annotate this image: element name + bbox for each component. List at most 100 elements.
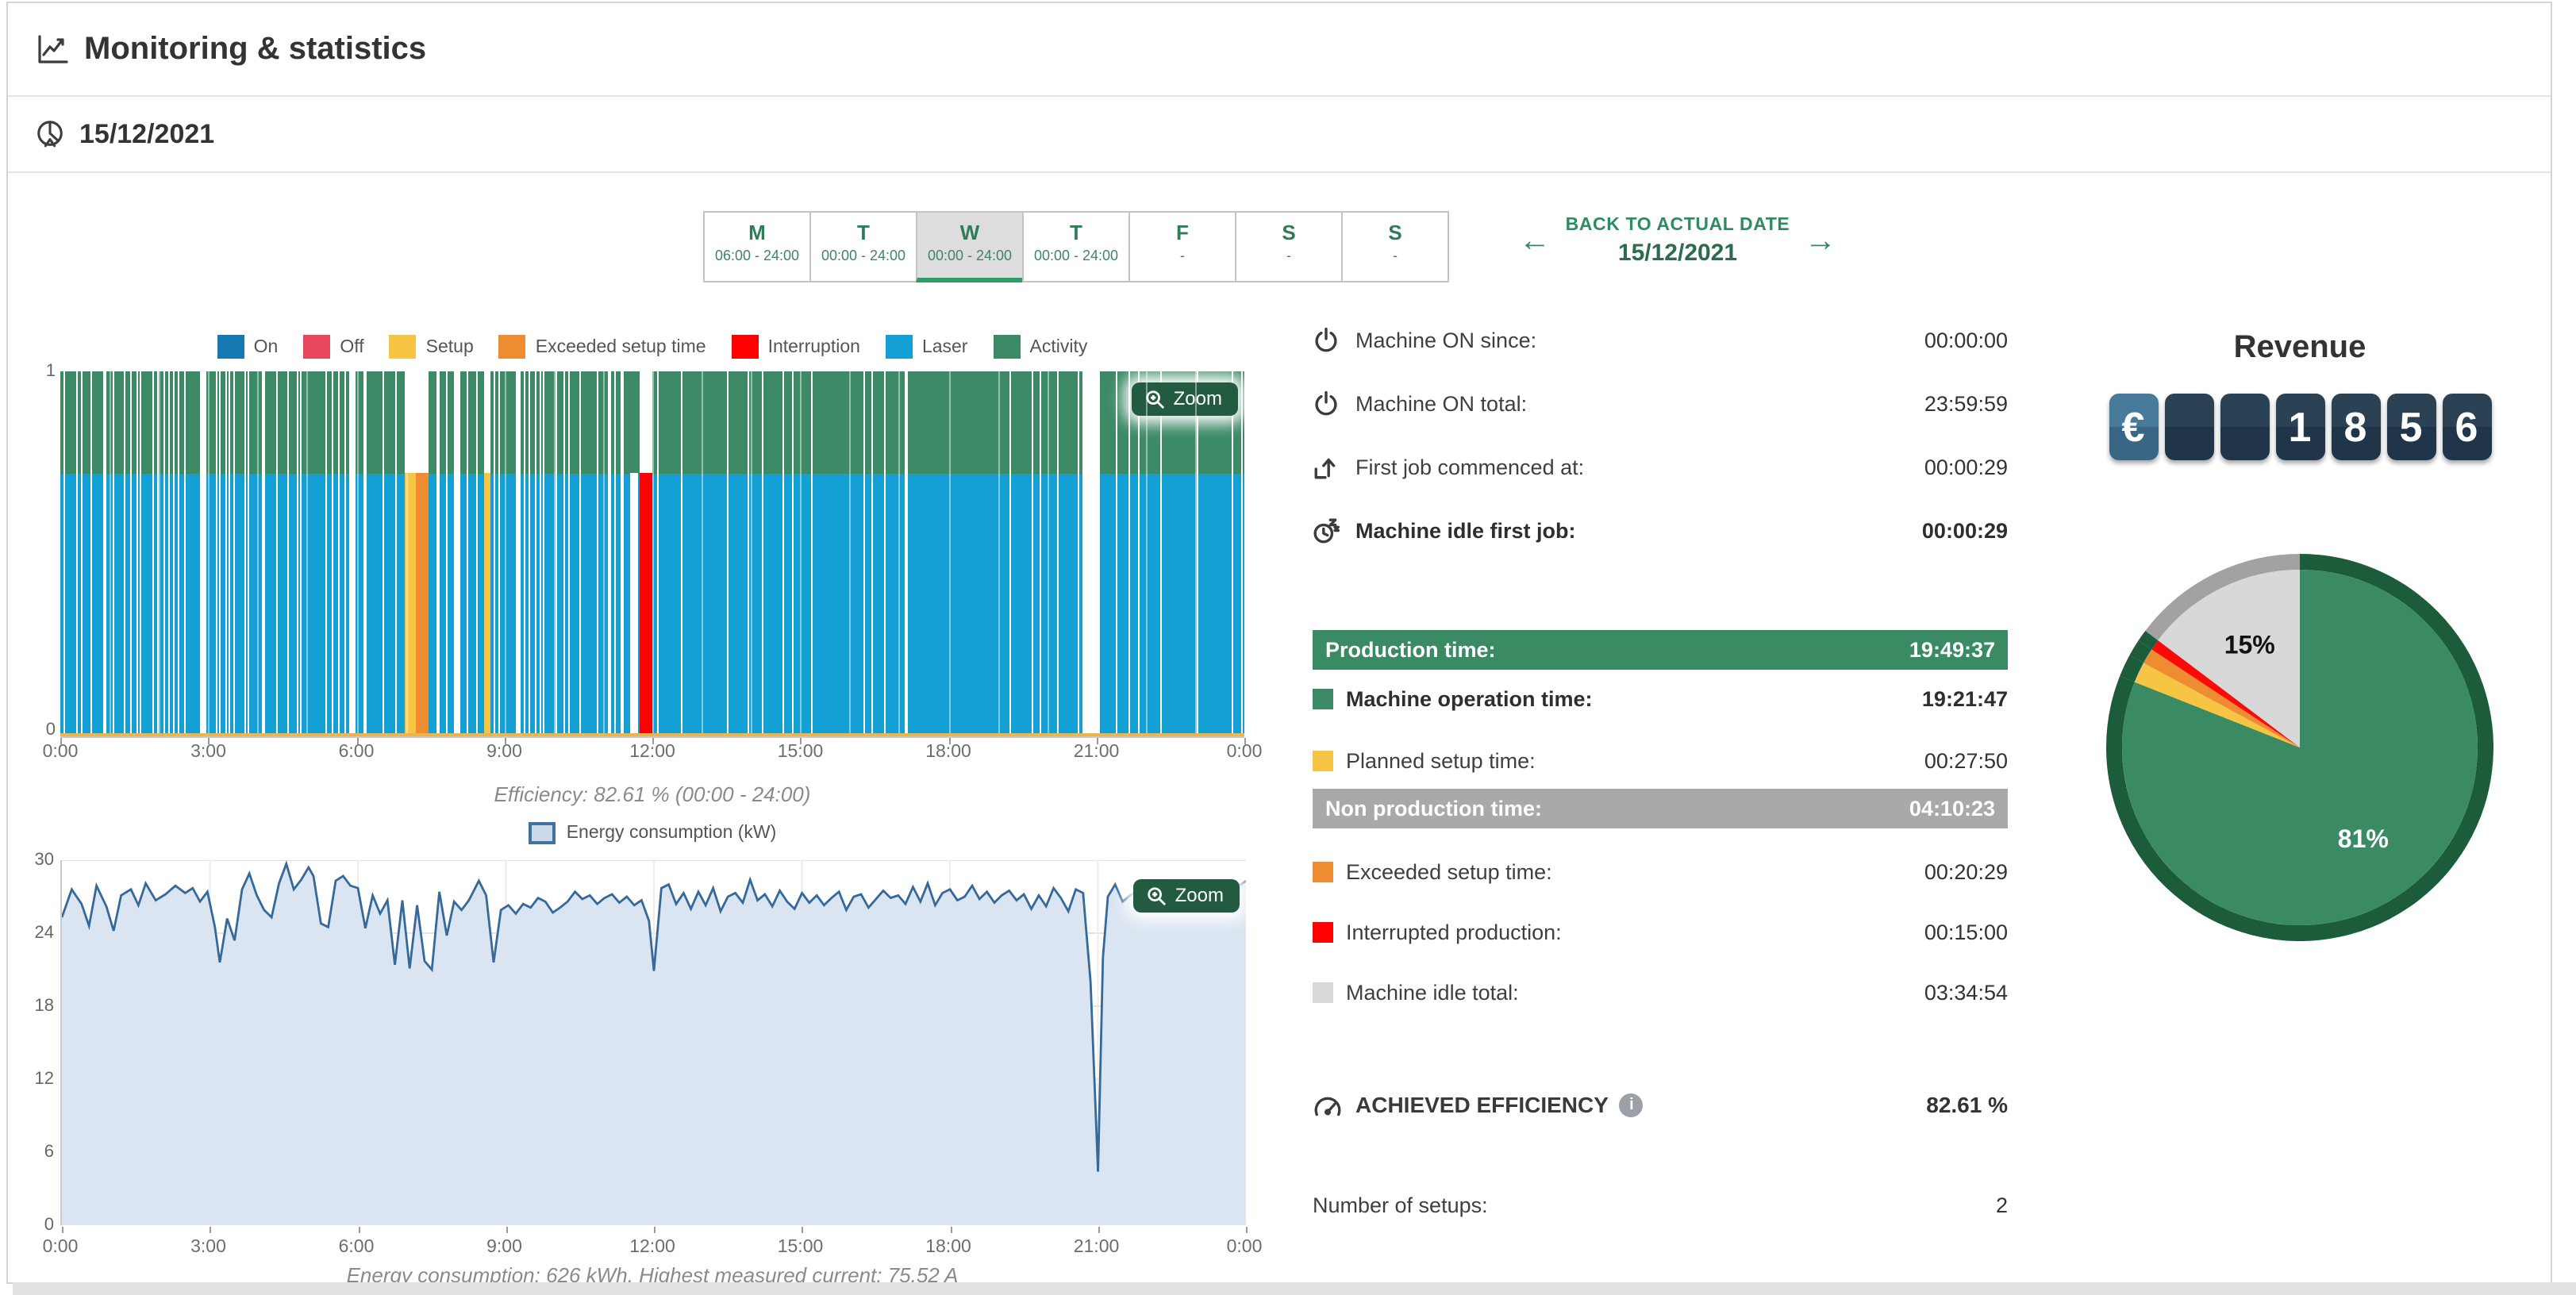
x-tick-label: 12:00 <box>629 1238 675 1257</box>
timeline-run-bar <box>561 371 563 736</box>
timeline-run-bar <box>452 371 454 736</box>
timeline-run-bar <box>298 371 299 736</box>
timeline-run-bar <box>132 371 136 736</box>
info-icon[interactable]: i <box>1620 1093 1644 1116</box>
stat-value: 00:27:50 <box>1924 748 2008 772</box>
timeline-run-bar <box>812 371 826 736</box>
stat-label: Interrupted production: <box>1346 920 1562 943</box>
weekday-letter: M <box>705 221 809 244</box>
weekday-hours: 00:00 - 24:00 <box>1024 248 1128 263</box>
legend-item: On <box>217 335 279 359</box>
timeline-run-bar <box>530 371 535 736</box>
stat-label: Machine idle first job: <box>1355 518 1576 542</box>
timeline-run-bar <box>930 371 941 736</box>
stat-row: Machine idle first job: 00:00:29 <box>1313 514 2008 546</box>
legend-item: Laser <box>886 335 968 359</box>
section-label: Non production time: <box>1325 797 1542 820</box>
timeline-run-bar <box>283 371 287 736</box>
energy-plot[interactable]: Zoom <box>60 860 1246 1225</box>
timeline-run-bar <box>249 371 254 736</box>
timeline-run-bar <box>461 371 467 736</box>
timeline-run-bar <box>587 371 593 736</box>
digit-box <box>2164 394 2213 460</box>
weekday-cell-2[interactable]: W00:00 - 24:00 <box>916 211 1024 282</box>
energy-zoom-button[interactable]: Zoom <box>1134 879 1240 913</box>
color-swatch <box>1313 688 1333 709</box>
weekday-cell-3[interactable]: T00:00 - 24:00 <box>1022 211 1130 282</box>
timeline-run-bar <box>1040 371 1058 736</box>
gauge-icon <box>1313 1091 1344 1118</box>
x-tick-label: 6:00 <box>339 743 375 762</box>
x-tick-label: 21:00 <box>1074 1238 1120 1257</box>
timeline-run-bar <box>1108 371 1116 736</box>
revenue-title: Revenue <box>2106 330 2493 367</box>
timeline-run-bar <box>491 371 494 736</box>
stat-label: First job commenced at: <box>1355 455 1584 478</box>
legend-item: Activity <box>994 335 1088 359</box>
x-tick-label: 15:00 <box>778 743 824 762</box>
timeline-baseline <box>60 733 1244 736</box>
color-swatch <box>1313 982 1333 1002</box>
timeline-run-bar <box>245 371 248 736</box>
timeline-run-bar <box>383 371 386 736</box>
timeline-run-bar <box>440 371 447 736</box>
timeline-run-bar <box>192 371 196 736</box>
power-icon <box>1313 390 1344 417</box>
stat-value: 19:21:47 <box>1922 686 2008 710</box>
timeline-run-bar <box>1127 371 1128 736</box>
weekday-hours: 00:00 - 24:00 <box>917 248 1022 263</box>
timeline-run-bar <box>599 371 603 736</box>
timeline-run-bar <box>1117 371 1126 736</box>
legend-item: Off <box>303 335 363 359</box>
timeline-run-bar <box>78 371 81 736</box>
timeline-run-bar <box>1228 371 1232 736</box>
weekday-hours: 06:00 - 24:00 <box>705 248 809 263</box>
digit-box: 1 <box>2275 394 2324 460</box>
timeline-run-bar <box>101 371 103 736</box>
timeline-y-min: 0 <box>21 721 56 740</box>
timeline-run-bar <box>537 371 540 736</box>
timeline-run-bar <box>186 371 192 736</box>
achieved-efficiency-row: ACHIEVED EFFICIENCYi82.61 % <box>1313 1087 2008 1122</box>
stat-label: Number of setups: <box>1313 1193 1488 1216</box>
timeline-run-bar <box>616 371 619 736</box>
energy-legend: Energy consumption (kW) <box>60 822 1244 844</box>
timeline-run-bar <box>289 371 293 736</box>
weekday-cell-0[interactable]: M 06:00 - 24:00 <box>703 211 811 282</box>
timeline-run-bar <box>226 371 229 736</box>
stat-label: Machine ON total: <box>1355 391 1527 415</box>
next-day-arrow[interactable]: → <box>1805 225 1836 257</box>
timeline-zoom-button[interactable]: Zoom <box>1132 382 1238 416</box>
timeline-run-bar <box>345 371 349 736</box>
weekday-cell-1[interactable]: T00:00 - 24:00 <box>809 211 917 282</box>
prev-day-arrow[interactable]: ← <box>1519 225 1551 257</box>
energy-legend-swatch <box>529 822 556 844</box>
currency-box: € <box>2109 394 2158 460</box>
timeline-run-bar <box>972 371 975 736</box>
horizontal-scrollbar[interactable] <box>13 1282 2576 1295</box>
color-swatch <box>1313 921 1333 942</box>
weekday-cell-4[interactable]: F- <box>1128 211 1236 282</box>
timeline-activity_only-bar <box>630 371 637 474</box>
timeline-run-bar <box>234 371 240 736</box>
current-date: 15/12/2021 <box>79 118 214 150</box>
timeline-run-bar <box>104 371 105 736</box>
legend-label: Interruption <box>768 337 860 356</box>
timeline-run-bar <box>577 371 579 736</box>
timeline-run-bar <box>213 371 217 736</box>
timeline-run-bar <box>262 371 263 736</box>
weekday-cell-6[interactable]: S- <box>1341 211 1449 282</box>
timeline-run-bar <box>513 371 517 736</box>
timeline-run-bar <box>709 371 727 736</box>
x-tick-label: 3:00 <box>190 743 226 762</box>
timeline-run-bar <box>1162 371 1184 736</box>
timeline-run-bar <box>865 371 872 736</box>
back-to-actual-date[interactable]: BACK TO ACTUAL DATE 15/12/2021 <box>1566 216 1790 267</box>
stat-value: 00:00:00 <box>1924 328 2008 352</box>
stat-value: 00:00:29 <box>1922 518 2008 542</box>
weekday-cell-5[interactable]: S- <box>1235 211 1343 282</box>
timeline-plot[interactable]: Zoom <box>60 371 1244 738</box>
y-tick-label: 6 <box>44 1143 54 1162</box>
timeline-run-bar <box>1153 371 1161 736</box>
weekday-letter: S <box>1236 221 1341 244</box>
